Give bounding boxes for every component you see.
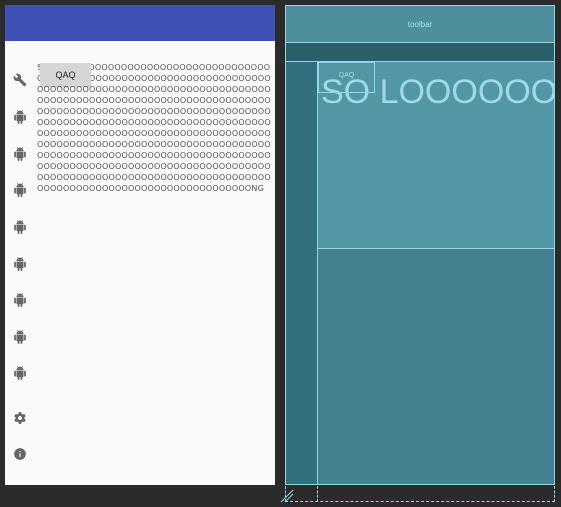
android-icon[interactable]	[13, 330, 27, 344]
android-icon[interactable]	[13, 257, 27, 271]
android-icon[interactable]	[13, 220, 27, 234]
info-icon[interactable]	[13, 447, 27, 461]
resize-handle-icon[interactable]	[280, 489, 294, 503]
blueprint-empty-area	[318, 249, 554, 484]
blueprint-column-guide	[317, 486, 318, 502]
android-icon[interactable]	[13, 110, 27, 124]
icon-column	[5, 41, 35, 485]
android-icon[interactable]	[13, 293, 27, 307]
blueprint-qaq-button[interactable]: QAQ	[318, 62, 375, 93]
design-preview: SO LOOOOOOOOOOOOOOOOOOOOOOOOOOOOOOOOOOOO…	[5, 5, 275, 485]
qaq-button[interactable]: QAQ	[40, 63, 91, 86]
android-icon[interactable]	[13, 366, 27, 380]
settings-icon[interactable]	[13, 411, 27, 425]
wrench-icon[interactable]	[13, 73, 27, 87]
blueprint-bottom-outline	[285, 486, 555, 502]
blueprint-icon-column[interactable]	[286, 62, 318, 484]
app-bar	[5, 5, 275, 41]
blueprint-view: toolbar SO LOOOOOOOOOOOOOOOOOOOOOOOOOOOO…	[285, 5, 555, 485]
blueprint-strip	[286, 43, 554, 62]
android-icon[interactable]	[13, 147, 27, 161]
android-icon[interactable]	[13, 183, 27, 197]
blueprint-toolbar[interactable]: toolbar	[286, 6, 554, 43]
